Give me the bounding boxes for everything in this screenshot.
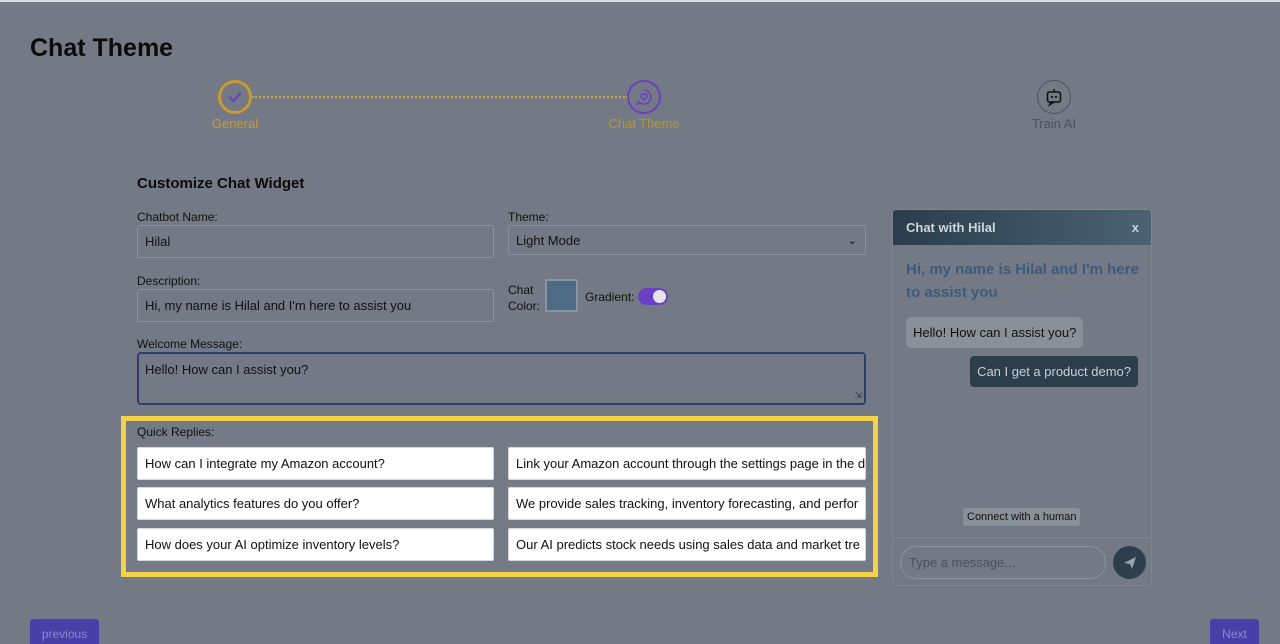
page-title: Chat Theme: [30, 34, 174, 62]
gradient-label: Gradient:: [585, 290, 635, 304]
step-label: Train AI: [1031, 116, 1077, 131]
chat-widget-preview: Chat with Hilal x Hi, my name is Hilal a…: [892, 209, 1152, 586]
quick-reply-question-2[interactable]: What analytics features do you offer?: [137, 487, 494, 520]
description-input[interactable]: Hi, my name is Hilal and I'm here to ass…: [137, 289, 494, 322]
quick-reply-question-3[interactable]: How does your AI optimize inventory leve…: [137, 528, 494, 561]
chat-heart-icon: [627, 80, 661, 114]
user-message-bubble: Can I get a product demo?: [970, 356, 1138, 387]
chat-color-label-line1: Chat: [508, 283, 534, 297]
chat-header-title: Chat with Hilal: [906, 220, 996, 235]
send-icon: [1123, 556, 1136, 569]
check-icon: [218, 80, 252, 114]
chat-footer-divider: [893, 537, 1151, 538]
section-title: Customize Chat Widget: [137, 175, 305, 192]
resize-grip-icon[interactable]: ⇲: [854, 390, 862, 401]
stepper-line-completed: [252, 96, 628, 98]
theme-select[interactable]: Light Mode ⌄: [508, 225, 866, 255]
answer-text: We provide sales tracking, inventory for…: [516, 496, 859, 511]
send-button[interactable]: [1113, 546, 1146, 579]
robot-chat-icon: [1037, 80, 1071, 114]
quick-reply-answer-1[interactable]: Link your Amazon account through the set…: [508, 447, 866, 480]
toggle-knob: [653, 290, 666, 303]
chatbot-name-input[interactable]: Hilal: [137, 225, 494, 258]
top-border: [0, 0, 1280, 2]
bot-message-bubble: Hello! How can I assist you?: [906, 317, 1084, 348]
chat-welcome-text: Hi, my name is Hilal and I'm here to ass…: [906, 261, 1139, 301]
description-label: Description:: [137, 274, 201, 288]
step-label: Chat Theme: [608, 116, 680, 131]
welcome-message-label: Welcome Message:: [137, 337, 243, 351]
previous-button[interactable]: previous: [30, 619, 99, 644]
question-text: How does your AI optimize inventory leve…: [145, 537, 400, 552]
step-train-ai[interactable]: Train AI: [994, 80, 1114, 131]
quick-reply-answer-2[interactable]: We provide sales tracking, inventory for…: [508, 487, 866, 520]
theme-value: Light Mode: [516, 232, 581, 248]
chat-header: Chat with Hilal x: [893, 210, 1151, 245]
gradient-toggle[interactable]: [638, 288, 668, 305]
chatbot-name-label: Chatbot Name:: [137, 210, 218, 224]
chat-input-placeholder: Type a message...: [909, 555, 1016, 570]
question-text: How can I integrate my Amazon account?: [145, 456, 385, 471]
answer-text: Link your Amazon account through the set…: [516, 456, 866, 471]
connect-human-button[interactable]: Connect with a human: [963, 508, 1081, 526]
quick-reply-answer-3[interactable]: Our AI predicts stock needs using sales …: [508, 528, 866, 561]
welcome-message-value: Hello! How can I assist you?: [145, 362, 309, 377]
theme-label: Theme:: [508, 210, 549, 224]
step-label: General: [211, 116, 259, 131]
question-text: What analytics features do you offer?: [145, 496, 360, 511]
description-value: Hi, my name is Hilal and I'm here to ass…: [145, 298, 412, 313]
step-chat-theme[interactable]: Chat Theme: [584, 80, 704, 131]
next-button[interactable]: Next: [1210, 619, 1259, 644]
chevron-down-icon: ⌄: [847, 234, 857, 247]
chat-color-label: Chat Color:: [508, 282, 540, 314]
chat-color-picker[interactable]: [545, 279, 578, 312]
welcome-message-textarea[interactable]: Hello! How can I assist you? ⇲: [137, 352, 866, 405]
step-general[interactable]: General: [175, 80, 295, 131]
quick-replies-label: Quick Replies:: [137, 425, 215, 439]
close-icon[interactable]: x: [1132, 220, 1139, 235]
chat-message-input[interactable]: Type a message...: [900, 546, 1106, 579]
quick-reply-question-1[interactable]: How can I integrate my Amazon account?: [137, 447, 494, 480]
answer-text: Our AI predicts stock needs using sales …: [516, 537, 860, 552]
chat-color-label-line2: Color:: [508, 299, 541, 313]
chatbot-name-value: Hilal: [145, 234, 171, 249]
